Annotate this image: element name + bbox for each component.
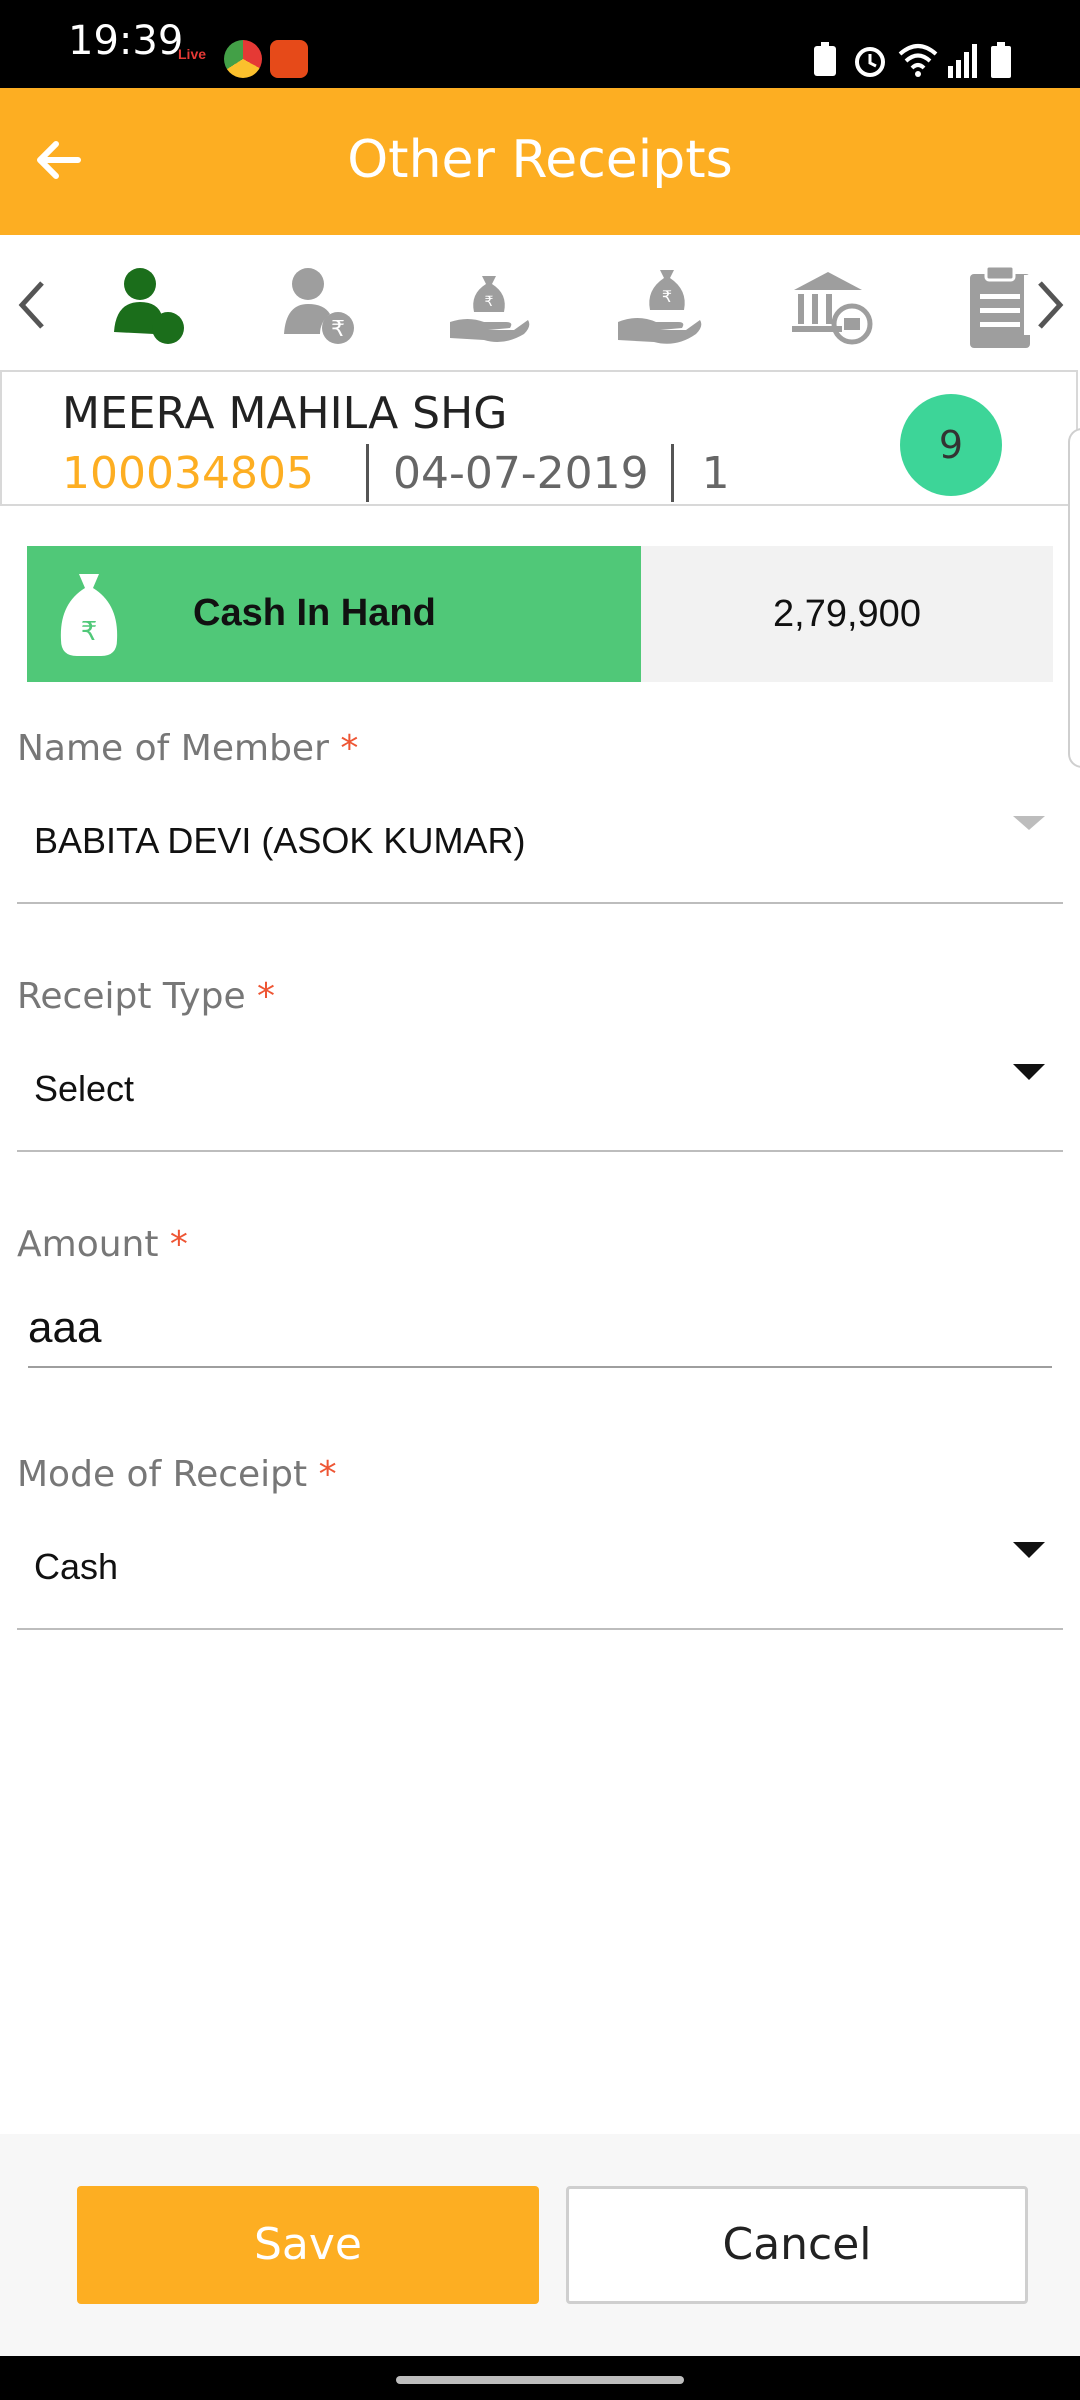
svg-text:₹: ₹ [485,294,494,310]
dropdown-caret-icon [1013,1542,1045,1558]
cash-in-hand-amount: 2,79,900 [641,546,1053,682]
amount-input[interactable] [28,1290,1052,1368]
count-badge: 9 [900,394,1002,496]
status-time: 19:39 [68,18,184,64]
app-bar: Other Receipts [0,88,1080,235]
action-footer: Save Cancel [0,2134,1080,2356]
group-id: 100034805 [62,447,314,499]
receipt-type-underline [17,1150,1063,1152]
alarm-icon [855,47,885,77]
members-tab-icon[interactable] [100,260,190,350]
live-badge: Live [178,46,207,62]
receipt-type-select-value: Select [34,1068,135,1109]
dropdown-caret-icon [1013,816,1045,830]
mode-select-value: Cash [34,1546,119,1587]
section-tabs: ₹ ₹ ₹ [0,235,1080,370]
battery-saver-icon [814,42,836,76]
save-button[interactable]: Save [77,2186,539,2304]
receipt-type-select[interactable]: Select [17,1040,1063,1150]
receipt-type-label-text: Receipt Type [17,976,246,1017]
cash-in-hand-label: Cash In Hand [193,592,436,634]
meeting-number: 1 [701,447,730,499]
meeting-date: 04-07-2019 [392,447,649,499]
member-field-label: Name of Member * [17,728,358,769]
cancel-button[interactable]: Cancel [566,2186,1028,2304]
mode-select[interactable]: Cash [17,1518,1063,1628]
cash-in-hand-label-box: ₹ Cash In Hand [27,546,641,682]
group-info-card: MEERA MAHILA SHG 100034805 04-07-2019 1 … [0,370,1078,506]
hand-money-tab-icon[interactable]: ₹ [614,260,704,350]
bank-tab-icon[interactable] [786,260,876,350]
receipt-bag-tab-icon[interactable]: ₹ [444,260,534,350]
receipt-type-field-label: Receipt Type * [17,976,275,1017]
member-underline [17,902,1063,904]
required-mark: * [340,728,359,769]
mode-field-label: Mode of Receipt * [17,1454,337,1495]
amount-field-label: Amount * [17,1224,188,1265]
battery-icon [991,42,1011,78]
group-meta: 100034805 04-07-2019 1 [62,444,730,502]
member-select-value: BABITA DEVI (ASOK KUMAR) [34,820,526,861]
group-name: MEERA MAHILA SHG [62,388,508,439]
wifi-icon [898,44,938,77]
required-mark: * [169,1224,188,1265]
member-payment-tab-icon[interactable]: ₹ [272,260,362,350]
mode-underline [17,1628,1063,1630]
side-drawer-handle[interactable] [1068,428,1080,768]
system-nav-bar [0,2356,1080,2400]
amount-label-text: Amount [17,1224,159,1265]
signal-icon [948,44,977,78]
member-label-text: Name of Member [17,728,329,769]
mode-label-text: Mode of Receipt [17,1454,308,1495]
svg-text:₹: ₹ [331,317,345,342]
required-mark: * [318,1454,337,1495]
meta-divider [365,444,369,502]
member-select[interactable]: BABITA DEVI (ASOK KUMAR) [17,790,1063,900]
dropdown-caret-icon [1013,1064,1045,1080]
app-notification-icon [270,40,308,78]
required-mark: * [257,976,276,1017]
home-gesture-handle[interactable] [396,2376,684,2384]
chevron-right-icon[interactable] [1024,275,1074,335]
page-title: Other Receipts [347,130,733,190]
cash-in-hand-bar: ₹ Cash In Hand 2,79,900 [27,546,1053,682]
rupee-symbol: ₹ [81,617,98,647]
svg-text:₹: ₹ [662,287,672,306]
meta-divider [670,444,674,502]
status-bar: 19:39 Live [0,0,1080,88]
money-bag-icon: ₹ [60,574,118,656]
chevron-left-icon[interactable] [8,275,58,335]
chrome-app-icon [224,40,262,78]
